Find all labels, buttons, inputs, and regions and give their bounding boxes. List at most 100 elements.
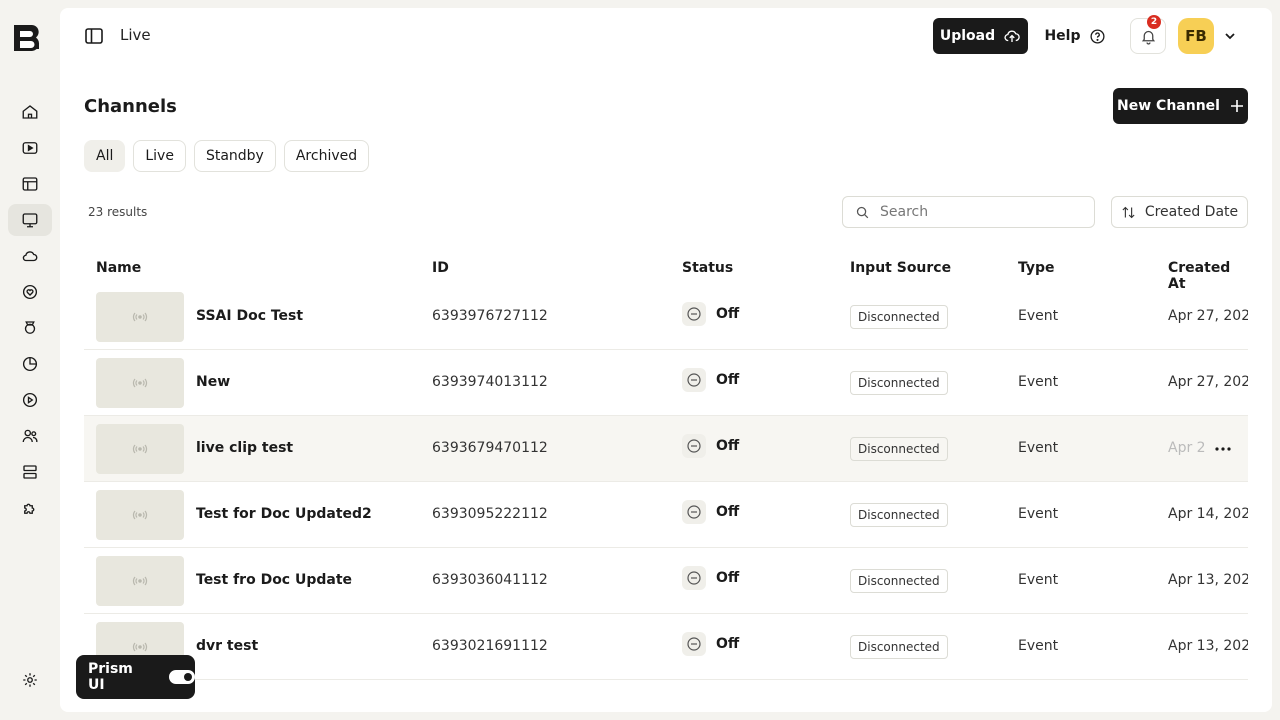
channel-name[interactable]: dvr test — [196, 638, 258, 654]
page-title: Channels — [84, 96, 177, 117]
channel-id: 6393095222112 — [432, 506, 548, 522]
nav-analytics[interactable] — [8, 348, 52, 380]
breadcrumb: Live — [120, 26, 151, 44]
channel-name[interactable]: live clip test — [196, 440, 293, 456]
badge-icon — [24, 321, 36, 334]
table-row[interactable]: SSAI Doc Test 6393976727112 Off Disconnecte… — [84, 284, 1248, 350]
status-text: Off — [716, 570, 740, 586]
channel-status: Off — [682, 434, 739, 458]
channel-type: Event — [1018, 440, 1059, 456]
channel-id: 6393679470112 — [432, 440, 548, 456]
notification-badge: 2 — [1147, 15, 1161, 29]
nav-storage[interactable] — [8, 456, 52, 488]
created-at: Apr 13, 2026 — [1168, 572, 1248, 588]
status-text: Off — [716, 504, 740, 520]
more-options-icon[interactable] — [1212, 438, 1234, 460]
col-status[interactable]: Status — [682, 260, 733, 276]
table-row[interactable]: dvr test 6393021691112 Off Disconnected Even… — [84, 614, 1248, 680]
search-box[interactable] — [842, 196, 1095, 228]
sort-arrows-icon — [1122, 206, 1135, 218]
filter-live[interactable]: Live — [133, 140, 186, 172]
filter-all[interactable]: All — [84, 140, 126, 172]
status-off-icon — [682, 302, 706, 326]
layout-icon — [22, 177, 38, 191]
sidebar-toggle-icon[interactable] — [84, 26, 104, 46]
nav-users[interactable] — [8, 420, 52, 452]
brand-logo[interactable] — [11, 22, 45, 56]
table-row[interactable]: New 6393974013112 Off Disconnected Event Apr … — [84, 350, 1248, 416]
gear-icon — [23, 673, 37, 687]
channel-type: Event — [1018, 374, 1059, 390]
users-icon — [22, 429, 38, 443]
channel-name[interactable]: SSAI Doc Test — [196, 308, 303, 324]
nav-layouts[interactable] — [8, 168, 52, 200]
channel-type: Event — [1018, 638, 1059, 654]
channel-name[interactable]: Test fro Doc Update — [196, 572, 352, 588]
created-at: Apr 27, 2026 — [1168, 374, 1248, 390]
col-type[interactable]: Type — [1018, 260, 1055, 276]
help-label: Help — [1044, 28, 1081, 44]
created-at: Apr 14, 2026 — [1168, 506, 1248, 522]
broadcast-icon — [132, 576, 148, 586]
status-text: Off — [716, 636, 740, 652]
channel-id: 6393021691112 — [432, 638, 548, 654]
status-off-icon — [682, 368, 706, 392]
channel-id: 6393036041112 — [432, 572, 548, 588]
channel-name[interactable]: Test for Doc Updated2 — [196, 506, 372, 522]
new-channel-button[interactable]: New Channel — [1113, 88, 1248, 124]
new-channel-label: New Channel — [1117, 98, 1220, 114]
prism-label: Prism UI — [88, 661, 133, 693]
table-row[interactable]: Test for Doc Updated2 6393095222112 Off Dis… — [84, 482, 1248, 548]
storage-icon — [23, 465, 37, 479]
channel-thumbnail — [96, 490, 184, 540]
nav-settings[interactable] — [8, 664, 52, 696]
status-off-icon — [682, 500, 706, 524]
avatar[interactable]: FB — [1178, 18, 1214, 54]
nav-home[interactable] — [8, 96, 52, 128]
chevron-down-icon[interactable] — [1222, 28, 1238, 44]
channel-thumbnail — [96, 292, 184, 342]
channel-name[interactable]: New — [196, 374, 230, 390]
shield-heart-icon — [22, 284, 38, 300]
toggle-switch[interactable] — [169, 670, 195, 684]
filter-standby[interactable]: Standby — [193, 140, 276, 172]
main-panel: Live Upload Help 2 FB Channels New Chann… — [60, 8, 1272, 712]
col-input-source[interactable]: Input Source — [850, 260, 951, 276]
nav-live[interactable] — [8, 204, 52, 236]
nav-integrations[interactable] — [8, 492, 52, 524]
channel-type: Event — [1018, 308, 1059, 324]
nav-cloud[interactable] — [8, 240, 52, 272]
status-text: Off — [716, 372, 740, 388]
table-row[interactable]: Test fro Doc Update 6393036041112 Off Disco… — [84, 548, 1248, 614]
input-source-badge: Disconnected — [850, 503, 948, 527]
question-circle-icon — [1090, 28, 1105, 44]
notifications-button[interactable]: 2 — [1130, 15, 1166, 54]
channels-table: Name ID Status Input Source Type Created… — [84, 252, 1248, 680]
col-id[interactable]: ID — [432, 260, 449, 276]
nav-videos[interactable] — [8, 132, 52, 164]
table-row[interactable]: live clip test 6393679470112 Off Disconnect… — [84, 416, 1248, 482]
channel-status: Off — [682, 368, 739, 392]
nav-players[interactable] — [8, 384, 52, 416]
help-button[interactable]: Help — [1040, 18, 1110, 54]
prism-ui-toggle[interactable]: Prism UI — [76, 655, 195, 699]
input-source-badge: Disconnected — [850, 635, 948, 659]
search-icon — [856, 206, 869, 218]
col-name[interactable]: Name — [96, 260, 141, 276]
puzzle-icon — [24, 503, 35, 514]
nav-badges[interactable] — [8, 312, 52, 344]
channel-status: Off — [682, 500, 739, 524]
upload-button[interactable]: Upload — [933, 18, 1028, 54]
channel-id: 6393974013112 — [432, 374, 548, 390]
input-source-badge: Disconnected — [850, 371, 948, 395]
created-at: Apr 13, 2026 — [1168, 638, 1248, 654]
status-text: Off — [716, 306, 740, 322]
analytics-icon — [22, 356, 38, 372]
sort-button[interactable]: Created Date — [1111, 196, 1248, 228]
created-at: Apr 2 — [1168, 440, 1206, 456]
nav-engagement[interactable] — [8, 276, 52, 308]
cloud-upload-icon — [1004, 30, 1020, 42]
search-input[interactable] — [880, 204, 1080, 220]
created-at: Apr 27, 2026 — [1168, 308, 1248, 324]
filter-archived[interactable]: Archived — [283, 140, 370, 172]
